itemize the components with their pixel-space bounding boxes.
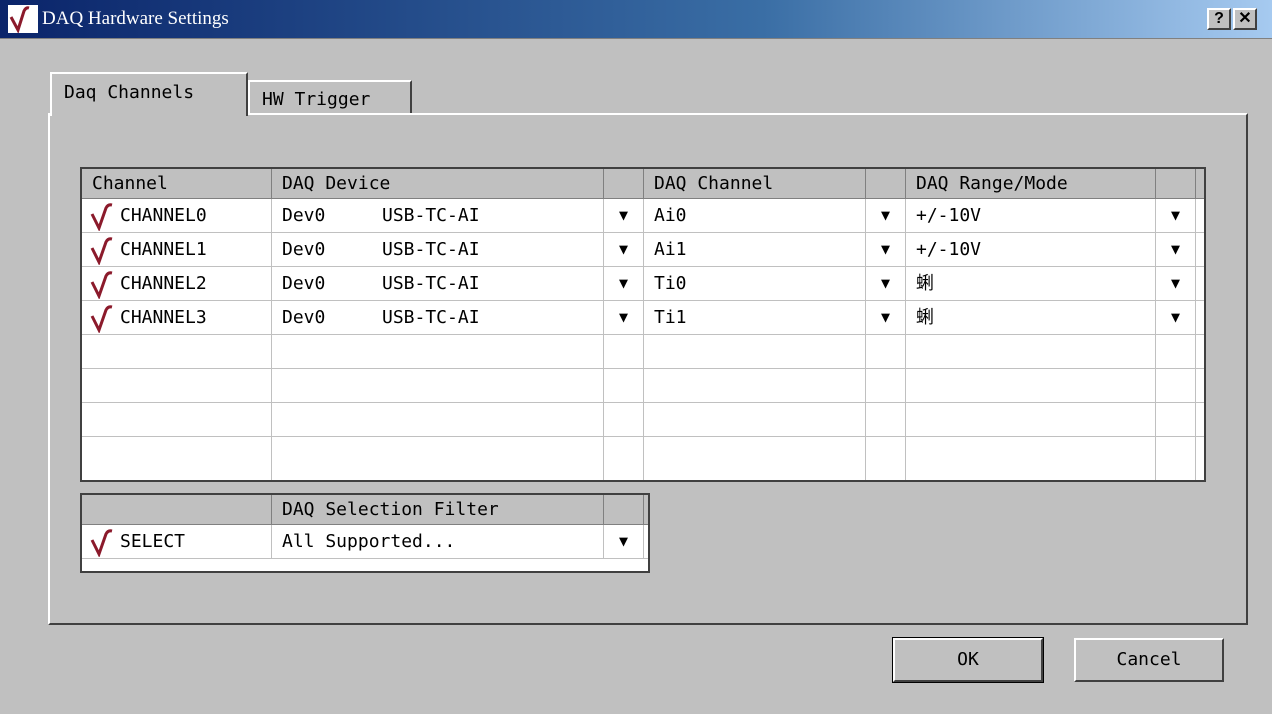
device-id: Dev0 — [282, 205, 326, 226]
daq-channel-dropdown-arrow[interactable]: ▼ — [866, 199, 906, 232]
range-mode-cell[interactable]: +/-10V — [906, 233, 1156, 266]
device-dropdown-arrow[interactable]: ▼ — [604, 267, 644, 300]
table-row[interactable]: CHANNEL2 Dev0 USB-TC-AI ▼ Ti0 ▼ 蜊 ▼ — [82, 267, 1204, 301]
daq-channel-cell[interactable]: Ai1 — [644, 233, 866, 266]
table-row-empty — [82, 403, 1204, 437]
channel-cell: CHANNEL3 — [82, 301, 272, 334]
tab-daq-channels[interactable]: Daq Channels — [50, 72, 248, 116]
filter-name-cell: SELECT — [82, 525, 272, 558]
cancel-button[interactable]: Cancel — [1074, 638, 1224, 682]
header-channel: Channel — [82, 169, 272, 198]
channel-cell: CHANNEL0 — [82, 199, 272, 232]
range-mode-cell[interactable]: +/-10V — [906, 199, 1156, 232]
table-row-empty — [82, 437, 1204, 480]
filter-dropdown-arrow[interactable]: ▼ — [604, 525, 644, 558]
title-bar[interactable]: DAQ Hardware Settings ? ✕ — [0, 0, 1272, 39]
channel-cell: CHANNEL1 — [82, 233, 272, 266]
device-dropdown-arrow[interactable]: ▼ — [604, 301, 644, 334]
range-mode-dropdown-arrow[interactable]: ▼ — [1156, 233, 1196, 266]
daq-channel-cell[interactable]: Ai0 — [644, 199, 866, 232]
device-model: USB-TC-AI — [382, 239, 480, 260]
tab-hw-trigger[interactable]: HW Trigger — [248, 80, 412, 114]
header-daq-channel: DAQ Channel — [644, 169, 866, 198]
waveform-icon — [90, 237, 113, 265]
daq-channel-cell[interactable]: Ti1 — [644, 301, 866, 334]
header-daq-selection-filter: DAQ Selection Filter — [272, 495, 604, 524]
help-button[interactable]: ? — [1207, 8, 1231, 30]
table-row[interactable]: CHANNEL1 Dev0 USB-TC-AI ▼ Ai1 ▼ +/-10V ▼ — [82, 233, 1204, 267]
app-logo-icon — [8, 5, 38, 33]
waveform-icon — [90, 271, 113, 299]
filter-name: SELECT — [120, 531, 186, 552]
filter-row[interactable]: SELECT All Supported... ▼ — [82, 525, 648, 559]
device-model: USB-TC-AI — [382, 273, 480, 294]
range-mode-cell[interactable]: 蜊 — [906, 301, 1156, 334]
device-cell[interactable]: Dev0 USB-TC-AI — [272, 267, 604, 300]
channel-name: CHANNEL1 — [120, 239, 207, 260]
channel-table: Channel DAQ Device DAQ Channel DAQ Range… — [80, 167, 1206, 482]
table-header-row: Channel DAQ Device DAQ Channel DAQ Range… — [82, 169, 1204, 199]
table-row[interactable]: CHANNEL3 Dev0 USB-TC-AI ▼ Ti1 ▼ 蜊 ▼ — [82, 301, 1204, 335]
device-dropdown-arrow[interactable]: ▼ — [604, 233, 644, 266]
window-title: DAQ Hardware Settings — [42, 8, 229, 29]
range-mode-cell[interactable]: 蜊 — [906, 267, 1156, 300]
header-spacer — [866, 169, 906, 198]
device-model: USB-TC-AI — [382, 307, 480, 328]
close-button[interactable]: ✕ — [1233, 8, 1257, 30]
header-daq-range-mode: DAQ Range/Mode — [906, 169, 1156, 198]
device-cell[interactable]: Dev0 USB-TC-AI — [272, 301, 604, 334]
header-daq-device: DAQ Device — [272, 169, 604, 198]
table-row[interactable]: CHANNEL0 Dev0 USB-TC-AI ▼ Ai0 ▼ +/-10V ▼ — [82, 199, 1204, 233]
channel-name: CHANNEL2 — [120, 273, 207, 294]
range-mode-dropdown-arrow[interactable]: ▼ — [1156, 267, 1196, 300]
device-model: USB-TC-AI — [382, 205, 480, 226]
device-cell[interactable]: Dev0 USB-TC-AI — [272, 233, 604, 266]
device-id: Dev0 — [282, 273, 326, 294]
selection-filter-table: DAQ Selection Filter SELECT All Supporte… — [80, 493, 650, 573]
daq-channel-dropdown-arrow[interactable]: ▼ — [866, 267, 906, 300]
device-cell[interactable]: Dev0 USB-TC-AI — [272, 199, 604, 232]
daq-channel-cell[interactable]: Ti0 — [644, 267, 866, 300]
channel-name: CHANNEL0 — [120, 205, 207, 226]
device-id: Dev0 — [282, 239, 326, 260]
daq-channel-dropdown-arrow[interactable]: ▼ — [866, 301, 906, 334]
filter-value-cell[interactable]: All Supported... — [272, 525, 604, 558]
table-row-empty — [82, 369, 1204, 403]
header-spacer — [1156, 169, 1196, 198]
device-id: Dev0 — [282, 307, 326, 328]
waveform-icon — [90, 529, 113, 557]
ok-button[interactable]: OK — [892, 637, 1044, 683]
range-mode-dropdown-arrow[interactable]: ▼ — [1156, 301, 1196, 334]
filter-header-row: DAQ Selection Filter — [82, 495, 648, 525]
range-mode-dropdown-arrow[interactable]: ▼ — [1156, 199, 1196, 232]
waveform-icon — [90, 203, 113, 231]
header-spacer — [604, 169, 644, 198]
device-dropdown-arrow[interactable]: ▼ — [604, 199, 644, 232]
daq-channel-dropdown-arrow[interactable]: ▼ — [866, 233, 906, 266]
channel-cell: CHANNEL2 — [82, 267, 272, 300]
table-row-empty — [82, 335, 1204, 369]
channel-name: CHANNEL3 — [120, 307, 207, 328]
waveform-icon — [90, 305, 113, 333]
